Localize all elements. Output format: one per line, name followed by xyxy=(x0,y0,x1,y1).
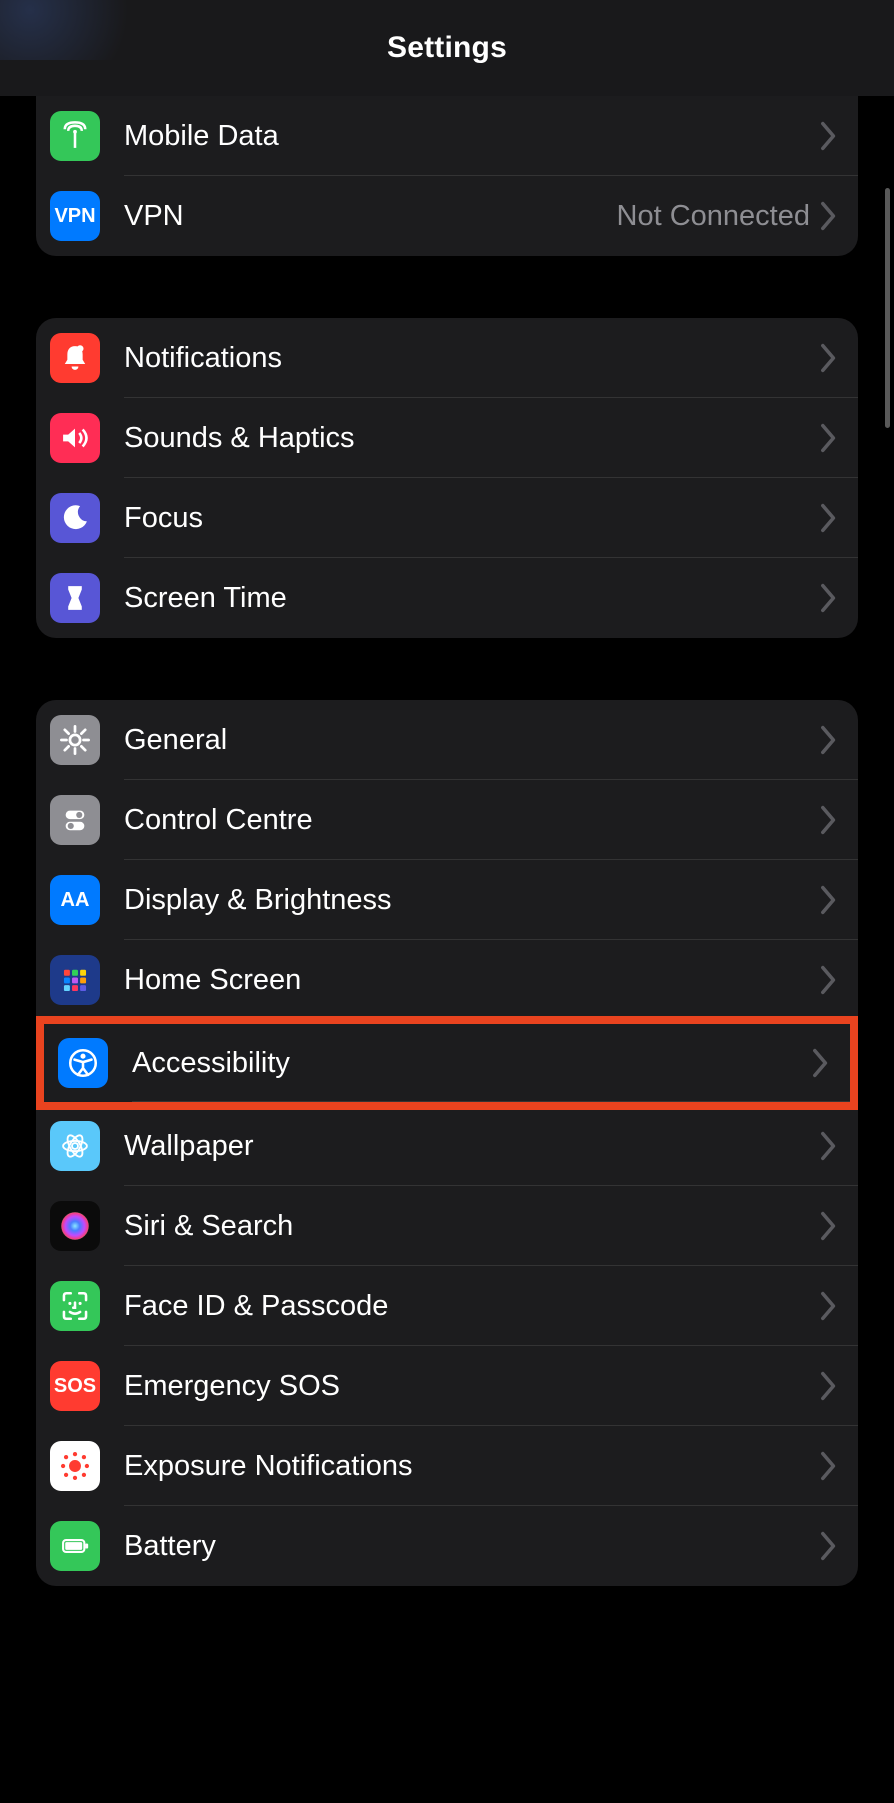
chevron-right-icon xyxy=(820,1291,838,1321)
settings-row-battery[interactable]: Battery xyxy=(36,1506,858,1586)
row-label-vpn: VPN xyxy=(124,200,617,233)
settings-row-mobile-data[interactable]: Mobile Data xyxy=(36,96,858,176)
battery-icon xyxy=(50,1521,100,1571)
gear-icon xyxy=(50,715,100,765)
vpn-icon-text: VPN xyxy=(54,205,95,228)
row-label-focus: Focus xyxy=(124,502,820,535)
bell-icon xyxy=(50,333,100,383)
settings-scroll[interactable]: Mobile Data VPN VPN Not Connected Notifi… xyxy=(0,96,894,1688)
row-separator xyxy=(132,1101,850,1102)
antenna-icon xyxy=(50,111,100,161)
chevron-right-icon xyxy=(820,885,838,915)
aa-icon-text: AA xyxy=(61,889,90,912)
row-value-vpn: Not Connected xyxy=(617,200,810,233)
row-label-faceid: Face ID & Passcode xyxy=(124,1290,820,1323)
sos-icon-text: SOS xyxy=(54,1375,96,1398)
row-label-siri: Siri & Search xyxy=(124,1210,820,1243)
flower-icon xyxy=(50,1121,100,1171)
chevron-right-icon xyxy=(820,423,838,453)
speaker-icon xyxy=(50,413,100,463)
row-label-control-centre: Control Centre xyxy=(124,804,820,837)
row-label-exposure: Exposure Notifications xyxy=(124,1450,820,1483)
sos-icon: SOS xyxy=(50,1361,100,1411)
toggles-icon xyxy=(50,795,100,845)
settings-row-wallpaper[interactable]: Wallpaper xyxy=(36,1106,858,1186)
chevron-right-icon xyxy=(820,503,838,533)
aa-icon: AA xyxy=(50,875,100,925)
settings-row-focus[interactable]: Focus xyxy=(36,478,858,558)
row-label-sos: Emergency SOS xyxy=(124,1370,820,1403)
settings-row-general[interactable]: General xyxy=(36,700,858,780)
chevron-right-icon xyxy=(820,965,838,995)
moon-icon xyxy=(50,493,100,543)
grid-icon xyxy=(50,955,100,1005)
chevron-right-icon xyxy=(820,201,838,231)
chevron-right-icon xyxy=(820,583,838,613)
chevron-right-icon xyxy=(820,1371,838,1401)
exposure-icon xyxy=(50,1441,100,1491)
chevron-right-icon xyxy=(820,1211,838,1241)
settings-row-siri[interactable]: Siri & Search xyxy=(36,1186,858,1266)
settings-row-display[interactable]: AA Display & Brightness xyxy=(36,860,858,940)
siri-icon xyxy=(50,1201,100,1251)
accessibility-icon xyxy=(58,1038,108,1088)
row-label-battery: Battery xyxy=(124,1530,820,1563)
settings-group-notifications: Notifications Sounds & Haptics Focus Scr xyxy=(36,318,858,638)
chevron-right-icon xyxy=(820,725,838,755)
row-label-sounds: Sounds & Haptics xyxy=(124,422,820,455)
row-label-screentime: Screen Time xyxy=(124,582,820,615)
row-label-notifications: Notifications xyxy=(124,342,820,375)
row-label-mobile-data: Mobile Data xyxy=(124,120,820,153)
vpn-icon: VPN xyxy=(50,191,100,241)
row-label-home-screen: Home Screen xyxy=(124,964,820,997)
chevron-right-icon xyxy=(820,1451,838,1481)
settings-row-sounds[interactable]: Sounds & Haptics xyxy=(36,398,858,478)
settings-group-general: General Control Centre AA Display & Brig… xyxy=(36,700,858,1586)
chevron-right-icon xyxy=(820,1531,838,1561)
row-label-wallpaper: Wallpaper xyxy=(124,1130,820,1163)
row-label-display: Display & Brightness xyxy=(124,884,820,917)
faceid-icon xyxy=(50,1281,100,1331)
settings-group-connectivity: Mobile Data VPN VPN Not Connected xyxy=(36,96,858,256)
settings-row-sos[interactable]: SOS Emergency SOS xyxy=(36,1346,858,1426)
settings-row-home-screen[interactable]: Home Screen xyxy=(36,940,858,1020)
chevron-right-icon xyxy=(820,805,838,835)
chevron-right-icon xyxy=(812,1048,830,1078)
chevron-right-icon xyxy=(820,1131,838,1161)
row-label-general: General xyxy=(124,724,820,757)
chevron-right-icon xyxy=(820,121,838,151)
settings-row-accessibility[interactable]: Accessibility xyxy=(36,1016,858,1110)
hourglass-icon xyxy=(50,573,100,623)
page-title: Settings xyxy=(387,31,507,65)
settings-row-notifications[interactable]: Notifications xyxy=(36,318,858,398)
row-label-accessibility: Accessibility xyxy=(132,1047,812,1080)
settings-row-exposure[interactable]: Exposure Notifications xyxy=(36,1426,858,1506)
page-header: Settings xyxy=(0,0,894,96)
chevron-right-icon xyxy=(820,343,838,373)
settings-row-vpn[interactable]: VPN VPN Not Connected xyxy=(36,176,858,256)
settings-row-screentime[interactable]: Screen Time xyxy=(36,558,858,638)
scroll-indicator[interactable] xyxy=(885,188,890,428)
settings-row-faceid[interactable]: Face ID & Passcode xyxy=(36,1266,858,1346)
settings-row-control-centre[interactable]: Control Centre xyxy=(36,780,858,860)
